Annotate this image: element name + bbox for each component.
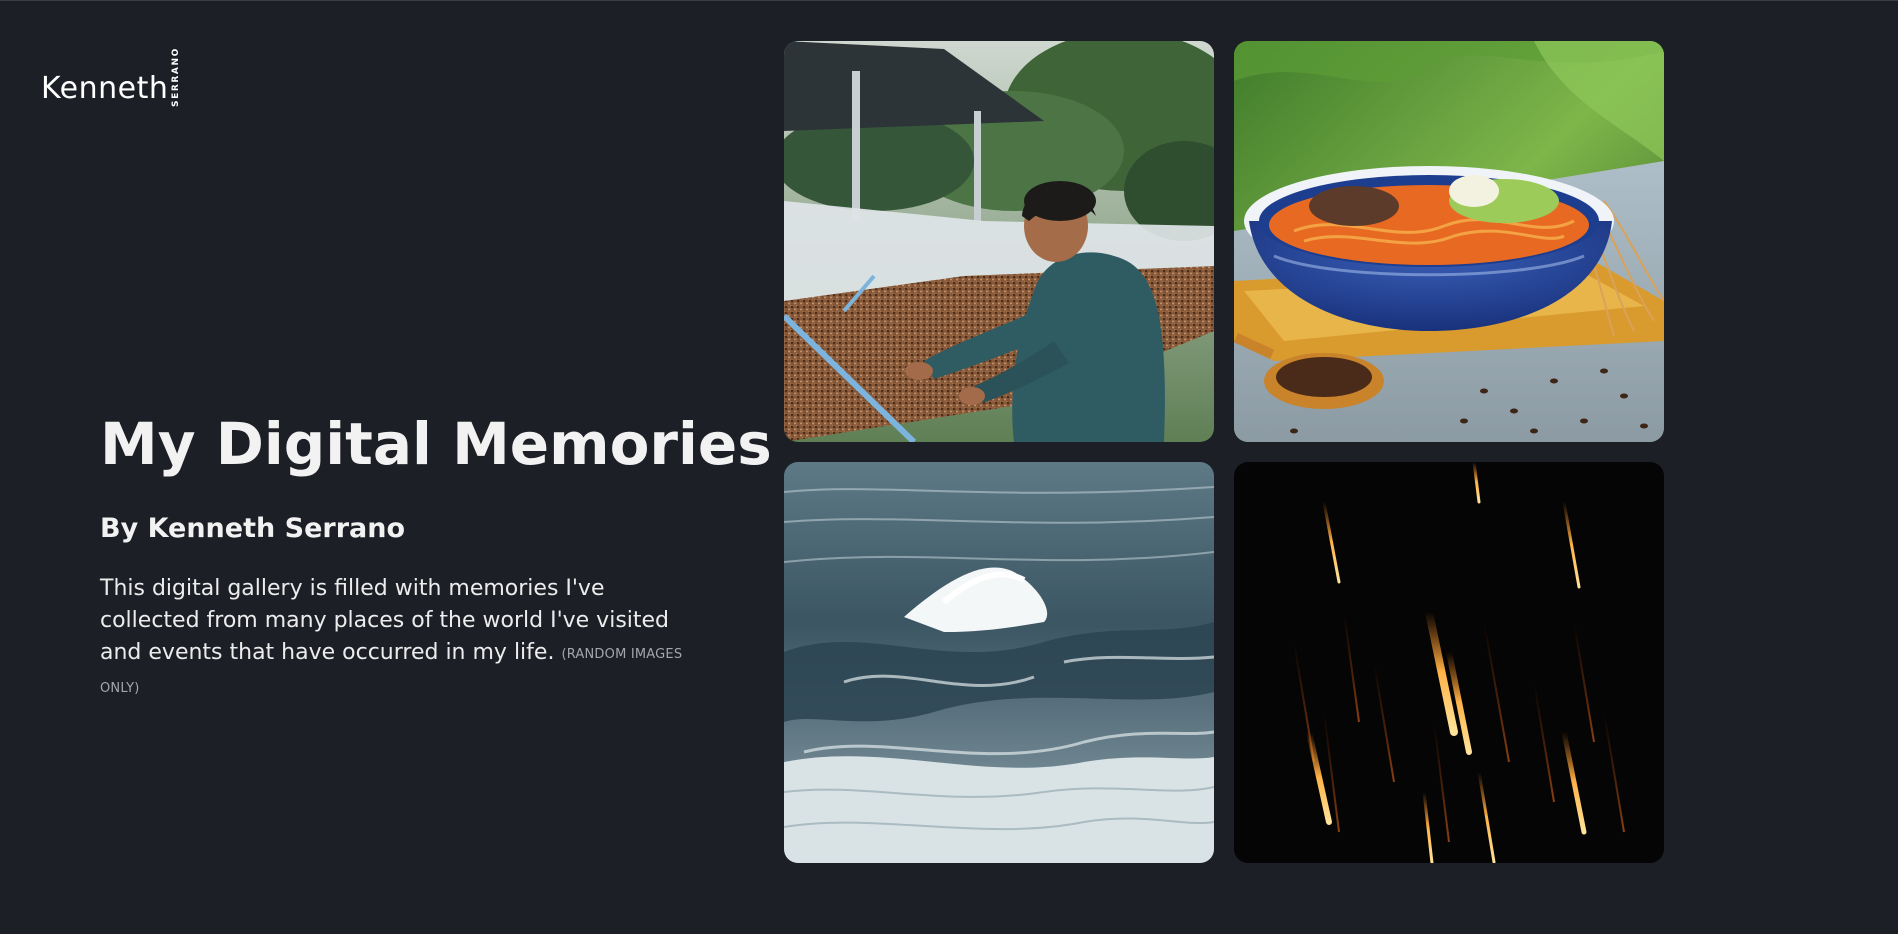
gallery-image-ocean-wave[interactable]	[784, 462, 1214, 863]
gallery-image-sparks[interactable]	[1234, 462, 1664, 863]
site-logo[interactable]: Kenneth SERRANO	[41, 41, 181, 107]
author-byline: By Kenneth Serrano	[100, 512, 406, 544]
coffee-drying-photo	[784, 41, 1214, 442]
logo-surname: SERRANO	[171, 47, 182, 107]
gallery-image-coffee-drying[interactable]	[784, 41, 1214, 442]
noodle-bowl-photo	[1234, 41, 1664, 442]
gallery-description: This digital gallery is filled with memo…	[100, 573, 700, 705]
page-title: My Digital Memories	[100, 410, 772, 478]
hero-section: My Digital Memories By Kenneth Serrano T…	[100, 410, 772, 705]
photo-gallery	[784, 41, 1664, 863]
sparks-photo	[1234, 462, 1664, 863]
ocean-wave-photo	[784, 462, 1214, 863]
logo-name: Kenneth	[41, 71, 169, 106]
page: Kenneth SERRANO My Digital Memories By K…	[0, 0, 1898, 934]
gallery-image-noodle-bowl[interactable]	[1234, 41, 1664, 442]
